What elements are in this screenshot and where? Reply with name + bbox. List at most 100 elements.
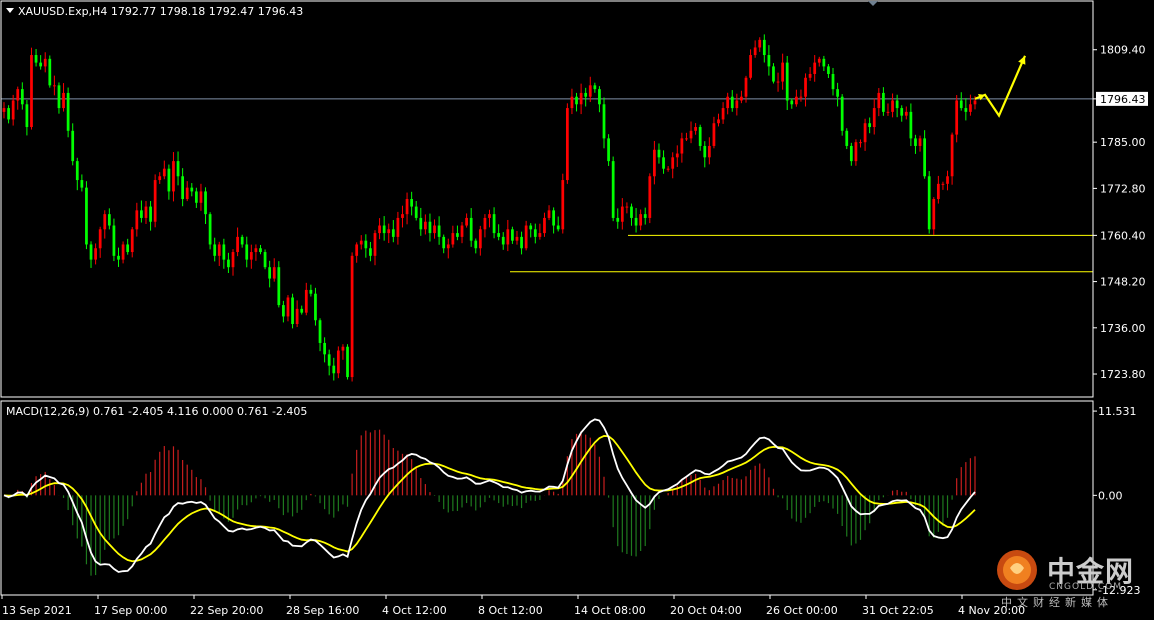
candle-body — [162, 168, 166, 177]
candle-body — [7, 108, 10, 120]
candle-body — [98, 229, 102, 249]
candle-body — [107, 214, 111, 226]
candle-body — [304, 289, 308, 313]
candle-body — [158, 176, 162, 181]
candle-body — [772, 66, 775, 82]
candle-body — [804, 77, 807, 97]
candle-body — [94, 248, 97, 260]
candle-body — [671, 157, 675, 169]
symbol-header: XAUUSD.Exp,H4 1792.77 1798.18 1792.47 17… — [18, 5, 303, 18]
candle-body — [707, 145, 711, 158]
candle-body — [153, 180, 157, 222]
candle-body — [85, 187, 88, 245]
y-tick-label: 1748.20 — [1100, 276, 1146, 289]
candle-body — [950, 134, 954, 177]
candle-body — [639, 214, 643, 226]
candle-body — [272, 267, 276, 279]
y-tick-label: 1809.40 — [1100, 44, 1146, 57]
candle-body — [877, 92, 881, 109]
candle-body — [483, 217, 487, 230]
candle-body — [726, 96, 730, 109]
candle-body — [460, 225, 464, 237]
candle-body — [222, 244, 226, 260]
candle-body — [332, 365, 336, 374]
candle-body — [185, 187, 189, 199]
candle-body — [813, 62, 817, 74]
candle-body — [620, 206, 624, 222]
y-tick-label: 1723.80 — [1100, 368, 1146, 381]
candle-body — [112, 225, 116, 256]
candle-body — [286, 297, 290, 317]
candle-body — [648, 176, 652, 218]
candle-body — [295, 308, 299, 325]
candle-body — [208, 214, 212, 245]
candle-body — [488, 214, 491, 218]
candle-body — [231, 252, 235, 268]
candle-body — [827, 66, 830, 74]
candle-body — [941, 183, 945, 185]
candle-body — [511, 229, 514, 241]
candle-body — [327, 354, 331, 366]
candle-body — [538, 233, 542, 237]
candle-body — [927, 176, 931, 230]
candle — [932, 197, 936, 235]
candle-body — [414, 206, 418, 218]
candle-body — [130, 229, 134, 253]
candle-body — [891, 100, 894, 112]
candle-body — [378, 225, 381, 234]
candle-body — [547, 210, 551, 218]
candle-body — [762, 39, 766, 56]
candle-body — [721, 108, 725, 120]
candle-body — [190, 187, 194, 192]
candle-body — [570, 96, 574, 109]
x-tick-label: 17 Sep 00:00 — [94, 604, 167, 617]
candle-body — [268, 267, 272, 279]
candle-body — [808, 73, 812, 78]
candle — [565, 103, 569, 184]
candle-body — [872, 108, 876, 128]
candle-body — [277, 267, 281, 306]
candle-body — [249, 252, 253, 260]
candle-body — [653, 149, 656, 177]
candle-body — [369, 248, 372, 256]
candle-body — [630, 206, 633, 218]
candle — [48, 55, 52, 88]
candle-body — [868, 123, 872, 128]
candle-body — [882, 92, 885, 112]
candle-body — [501, 236, 505, 245]
candle-body — [117, 255, 120, 260]
candle-body — [840, 96, 844, 131]
candle — [263, 249, 267, 270]
candle-body — [199, 191, 203, 203]
trading-chart[interactable]: 1809.40 1796.43 1785.00 1772.80 1760.40 1748.… — [0, 0, 1154, 620]
candle — [153, 174, 157, 228]
x-tick-label: 26 Oct 00:00 — [766, 604, 838, 617]
candle-body — [433, 225, 436, 234]
candle-body — [794, 96, 798, 105]
candle-body — [89, 244, 93, 260]
candle-body — [932, 199, 936, 230]
candle-body — [767, 55, 771, 67]
candle-body — [405, 199, 409, 215]
candle-body — [909, 111, 913, 139]
candle-body — [300, 308, 304, 313]
candle-body — [144, 206, 148, 218]
candle-body — [373, 233, 377, 256]
x-tick-label: 4 Oct 12:00 — [382, 604, 447, 617]
candle-body — [895, 100, 899, 109]
y-tick-label: 1760.40 — [1100, 229, 1146, 242]
candle-body — [543, 217, 546, 234]
candle — [648, 173, 652, 224]
x-tick-label: 8 Oct 12:00 — [478, 604, 543, 617]
y-tick-label: 0.00 — [1098, 489, 1123, 502]
y-tick-label: 1772.80 — [1100, 182, 1146, 195]
candle-body — [291, 297, 294, 325]
candle-body — [103, 214, 107, 230]
logo-tagline: 中文财经新媒体 — [1001, 596, 1113, 609]
candle-body — [753, 47, 757, 56]
candle — [927, 171, 931, 234]
candle-body — [694, 127, 697, 131]
candle-body — [533, 229, 537, 237]
candle-body — [314, 293, 317, 321]
candle — [66, 87, 70, 138]
